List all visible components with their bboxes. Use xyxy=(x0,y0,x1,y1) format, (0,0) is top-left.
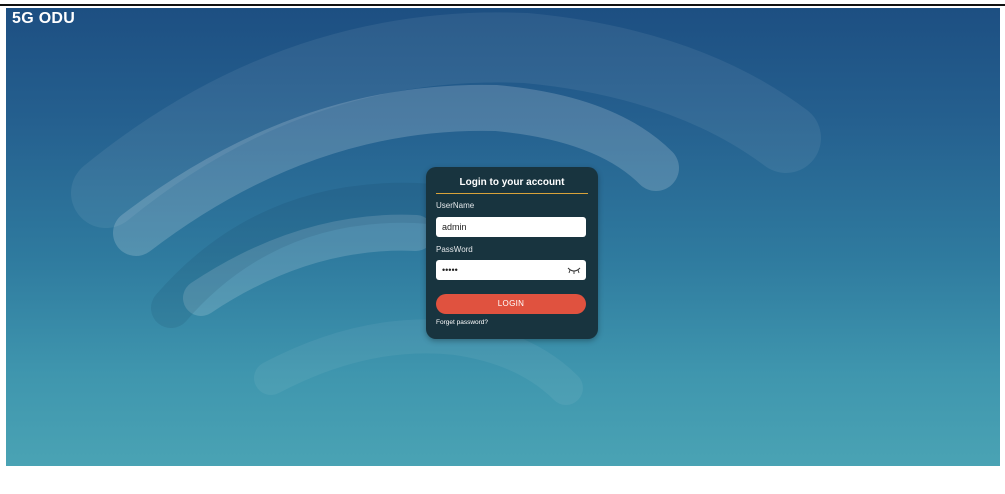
forgot-password-link[interactable]: Forget password? xyxy=(436,319,488,326)
eye-closed-icon[interactable] xyxy=(567,265,581,275)
login-title: Login to your account xyxy=(459,177,565,188)
app-title: 5G ODU xyxy=(12,10,76,27)
title-divider xyxy=(436,193,588,194)
top-border xyxy=(0,4,1005,6)
login-button[interactable]: LOGIN xyxy=(436,294,586,314)
password-value: ••••• xyxy=(442,265,458,275)
username-input[interactable]: admin xyxy=(436,217,586,237)
screenshot-frame: 5G ODU Login to your account UserName ad… xyxy=(0,0,1005,494)
login-card: Login to your account UserName admin Pas… xyxy=(426,167,598,339)
username-label: UserName xyxy=(436,201,475,210)
password-label: PassWord xyxy=(436,245,473,254)
login-page: 5G ODU Login to your account UserName ad… xyxy=(6,8,1000,466)
password-input[interactable]: ••••• xyxy=(436,260,586,280)
